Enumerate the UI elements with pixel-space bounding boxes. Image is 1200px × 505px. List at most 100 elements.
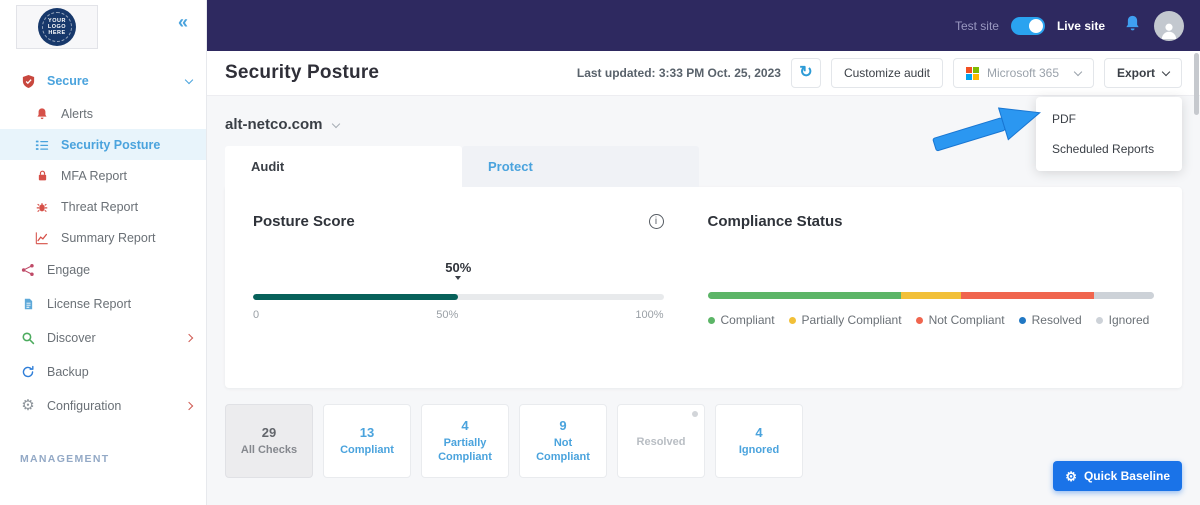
stat-label: Ignored (738, 443, 780, 456)
legend-dot (1018, 316, 1026, 324)
gear-icon (1065, 470, 1077, 483)
sidebar-item-label: Discover (47, 331, 96, 345)
sidebar-item-engage[interactable]: Engage (0, 253, 206, 287)
refresh-icon (799, 65, 812, 81)
sidebar-item-alerts[interactable]: Alerts (0, 98, 206, 129)
sidebar-item-label: Alerts (61, 106, 93, 121)
chevron-right-icon (184, 401, 194, 411)
sidebar-item-label: Security Posture (61, 137, 161, 152)
stat-card-resolved[interactable]: Resolved (617, 404, 705, 478)
avatar[interactable] (1154, 10, 1184, 41)
sidebar-item-backup[interactable]: Backup (0, 355, 206, 389)
stat-card-not-compliant[interactable]: 9 Not Compliant (519, 404, 607, 478)
stat-label: Not Compliant (536, 436, 590, 463)
chevron-down-icon (184, 75, 194, 85)
stat-card-ignored[interactable]: 4 Ignored (715, 404, 803, 478)
sync-icon (20, 365, 36, 379)
sidebar: YOUR LOGO HERE Secure Alerts (0, 0, 207, 505)
sidebar-item-license-report[interactable]: License Report (0, 287, 206, 321)
sidebar-item-label: Threat Report (61, 199, 139, 214)
quick-baseline-label: Quick Baseline (1083, 469, 1170, 483)
export-label: Export (1116, 66, 1155, 80)
tenant-dropdown[interactable]: Microsoft 365 (952, 58, 1094, 88)
management-section-label: MANAGEMENT (20, 453, 110, 465)
caret-down-icon (455, 276, 462, 280)
stat-value: 4 (461, 417, 469, 433)
scale-mid: 50% (436, 309, 459, 321)
checklist-icon (34, 138, 50, 152)
gear-icon (20, 399, 36, 413)
page-header: Security Posture Last updated: 3:33 PM O… (207, 51, 1200, 96)
legend-dot (788, 316, 796, 324)
info-icon[interactable] (648, 214, 664, 229)
tab-protect[interactable]: Protect (462, 146, 699, 187)
test-site-label: Test site (954, 18, 999, 33)
quick-baseline-button[interactable]: Quick Baseline (1053, 461, 1182, 491)
compliance-segment-partially-compliant (900, 292, 961, 299)
scrollbar-thumb[interactable] (1194, 53, 1199, 115)
sidebar-nav: Secure Alerts Security Posture MFA Repor… (0, 56, 206, 423)
stat-card-partially-compliant[interactable]: 4 Partially Compliant (421, 404, 509, 478)
chevron-down-icon (331, 119, 340, 128)
compliance-status-title: Compliance Status (707, 213, 843, 230)
export-menu: PDF Scheduled Reports (1036, 97, 1182, 171)
domain-name: alt-netco.com (225, 116, 323, 133)
legend-item: Resolved (1018, 313, 1082, 327)
posture-scale: 0 50% 100% (253, 309, 664, 321)
export-button[interactable]: Export (1103, 58, 1182, 88)
stats-row: 29 All Checks 13 Compliant 4 Partially C… (225, 404, 1182, 478)
scale-max: 100% (635, 309, 664, 321)
compliance-legend: Compliant Partially Compliant Not Complian… (707, 313, 1155, 327)
sidebar-item-configuration[interactable]: Configuration (0, 389, 206, 423)
posture-card: Posture Score 50% 0 50% 100% (225, 187, 1182, 388)
compliance-status-panel: Compliance Status Compliant Partially Com… (704, 213, 1155, 362)
app-screen: YOUR LOGO HERE Secure Alerts (0, 0, 1200, 505)
legend-item: Compliant (707, 313, 775, 327)
stat-card-all-checks[interactable]: 29 All Checks (225, 404, 313, 478)
stat-card-compliant[interactable]: 13 Compliant (323, 404, 411, 478)
bug-icon (34, 200, 50, 214)
customize-audit-label: Customize audit (843, 66, 930, 80)
sidebar-collapse-icon[interactable] (178, 12, 188, 33)
export-menu-item-scheduled-reports[interactable]: Scheduled Reports (1036, 134, 1182, 164)
posture-bar-fill (253, 294, 459, 300)
sidebar-item-secure[interactable]: Secure (0, 64, 206, 98)
compliance-bar (707, 292, 1154, 299)
sidebar-item-discover[interactable]: Discover (0, 321, 206, 355)
topbar: Test site Live site (207, 0, 1200, 51)
chevron-down-icon (1073, 67, 1083, 77)
chevron-down-icon (1161, 67, 1171, 77)
sidebar-item-label: Summary Report (61, 230, 156, 245)
legend-dot (1095, 316, 1103, 324)
sidebar-item-label: License Report (47, 297, 132, 311)
posture-score-title: Posture Score (253, 213, 355, 230)
logo-area: YOUR LOGO HERE (0, 0, 206, 56)
sidebar-item-security-posture[interactable]: Security Posture (0, 129, 206, 160)
logo: YOUR LOGO HERE (16, 5, 98, 49)
sidebar-item-summary-report[interactable]: Summary Report (0, 222, 206, 253)
sidebar-item-label: Secure (47, 74, 89, 88)
sidebar-item-mfa-report[interactable]: MFA Report (0, 160, 206, 191)
export-menu-item-pdf[interactable]: PDF (1036, 104, 1182, 134)
sidebar-item-label: Backup (47, 365, 89, 379)
document-icon (20, 297, 36, 311)
logo-badge: YOUR LOGO HERE (38, 8, 76, 46)
legend-item: Ignored (1095, 313, 1149, 327)
sidebar-item-label: Configuration (47, 399, 122, 413)
chart-icon (34, 231, 50, 245)
sidebar-item-label: Engage (47, 263, 91, 277)
toggle-knob (1028, 18, 1043, 33)
stat-label: Partially Compliant (438, 436, 492, 463)
site-mode-toggle[interactable] (1010, 16, 1045, 35)
legend-dot (915, 316, 923, 324)
tab-audit[interactable]: Audit (225, 146, 462, 187)
chevron-right-icon (184, 333, 194, 343)
refresh-button[interactable] (790, 58, 821, 88)
sidebar-item-threat-report[interactable]: Threat Report (0, 191, 206, 222)
compliance-segment-compliant (707, 292, 901, 299)
customize-audit-button[interactable]: Customize audit (830, 58, 943, 88)
stat-label: Compliant (340, 443, 394, 456)
lock-icon (34, 169, 50, 182)
stat-value: 9 (559, 417, 567, 433)
notification-bell-icon[interactable] (1123, 14, 1142, 38)
